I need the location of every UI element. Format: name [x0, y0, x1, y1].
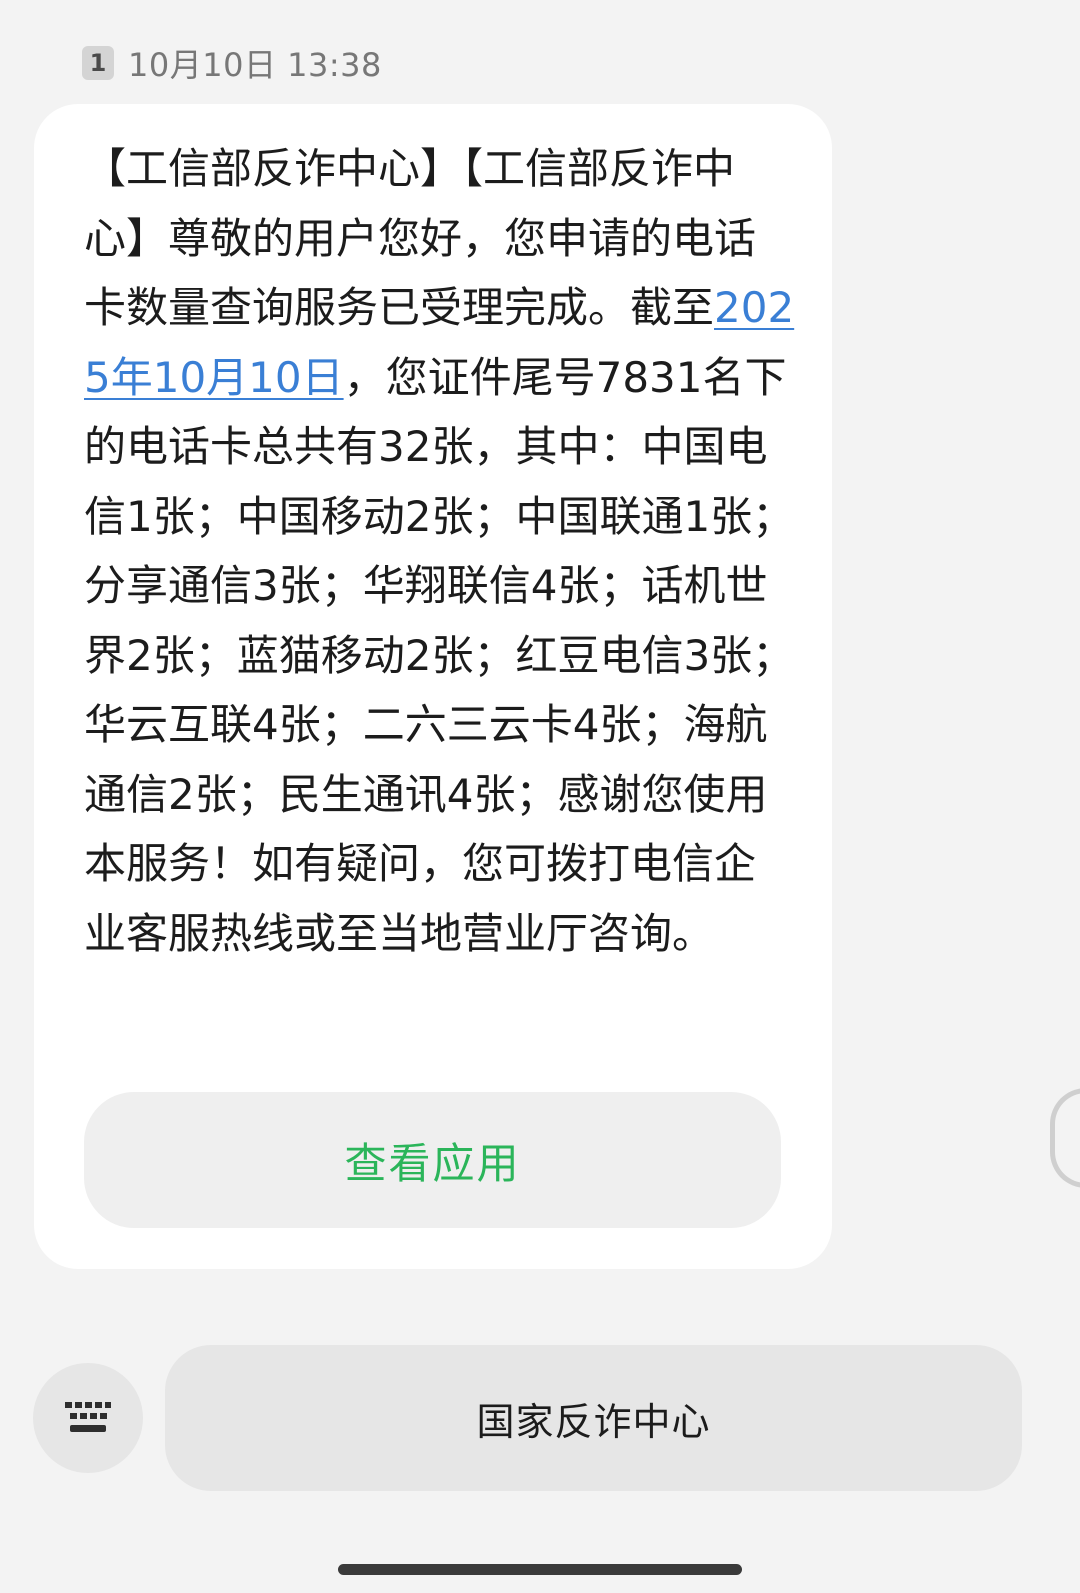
keyboard-icon [65, 1402, 111, 1432]
anti-fraud-center-menu-button[interactable]: 国家反诈中心 [165, 1345, 1022, 1491]
home-indicator[interactable] [338, 1564, 742, 1575]
view-app-button[interactable]: 查看应用 [84, 1092, 781, 1228]
message-timestamp: 10月10日 13:38 [128, 46, 382, 84]
message-header: 1 10月10日 13:38 [82, 42, 382, 84]
message-text-start: 【工信部反诈中心】【工信部反诈中心】尊敬的用户您好，您申请的电话卡数量查询服务已… [84, 144, 757, 332]
keyboard-toggle-button[interactable] [33, 1363, 143, 1473]
message-text-end: ，您证件尾号7831名下的电话卡总共有32张，其中：中国电信1张；中国移动2张；… [84, 352, 795, 958]
message-body: 【工信部反诈中心】【工信部反诈中心】尊敬的用户您好，您申请的电话卡数量查询服务已… [84, 134, 796, 968]
sim-card-badge: 1 [82, 46, 114, 80]
edge-panel-handle[interactable] [1050, 1088, 1080, 1188]
message-bubble[interactable]: 【工信部反诈中心】【工信部反诈中心】尊敬的用户您好，您申请的电话卡数量查询服务已… [34, 104, 832, 1269]
